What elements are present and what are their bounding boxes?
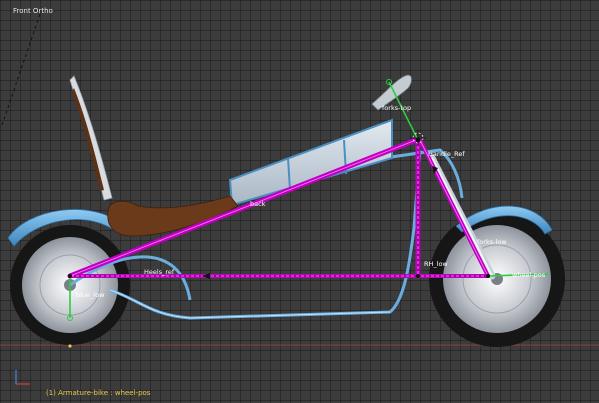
gas-tank[interactable] (228, 118, 393, 207)
view-name-label: Front Ortho (13, 7, 53, 15)
viewport-scene[interactable]: forks-top Handle_Ref back forks-low Heel… (0, 0, 599, 403)
3d-viewport[interactable]: forks-top Handle_Ref back forks-low Heel… (0, 0, 599, 403)
label-back: back (250, 200, 266, 208)
camera-line (1, 13, 41, 126)
label-forks-top: forks-top (382, 104, 411, 112)
label-rh-low: RH_low (424, 260, 448, 268)
label-blue-low: blue_low (76, 291, 105, 299)
label-handle-ref: Handle_Ref (428, 150, 465, 158)
label-heels-ref: Heels_ref (144, 268, 175, 276)
label-forks-low: forks-low (477, 238, 507, 246)
axis-gizmo (15, 370, 30, 385)
label-wheel-pos: wheel-pos (512, 271, 546, 279)
status-text: (1) Armature-bike : wheel-pos (46, 389, 151, 397)
